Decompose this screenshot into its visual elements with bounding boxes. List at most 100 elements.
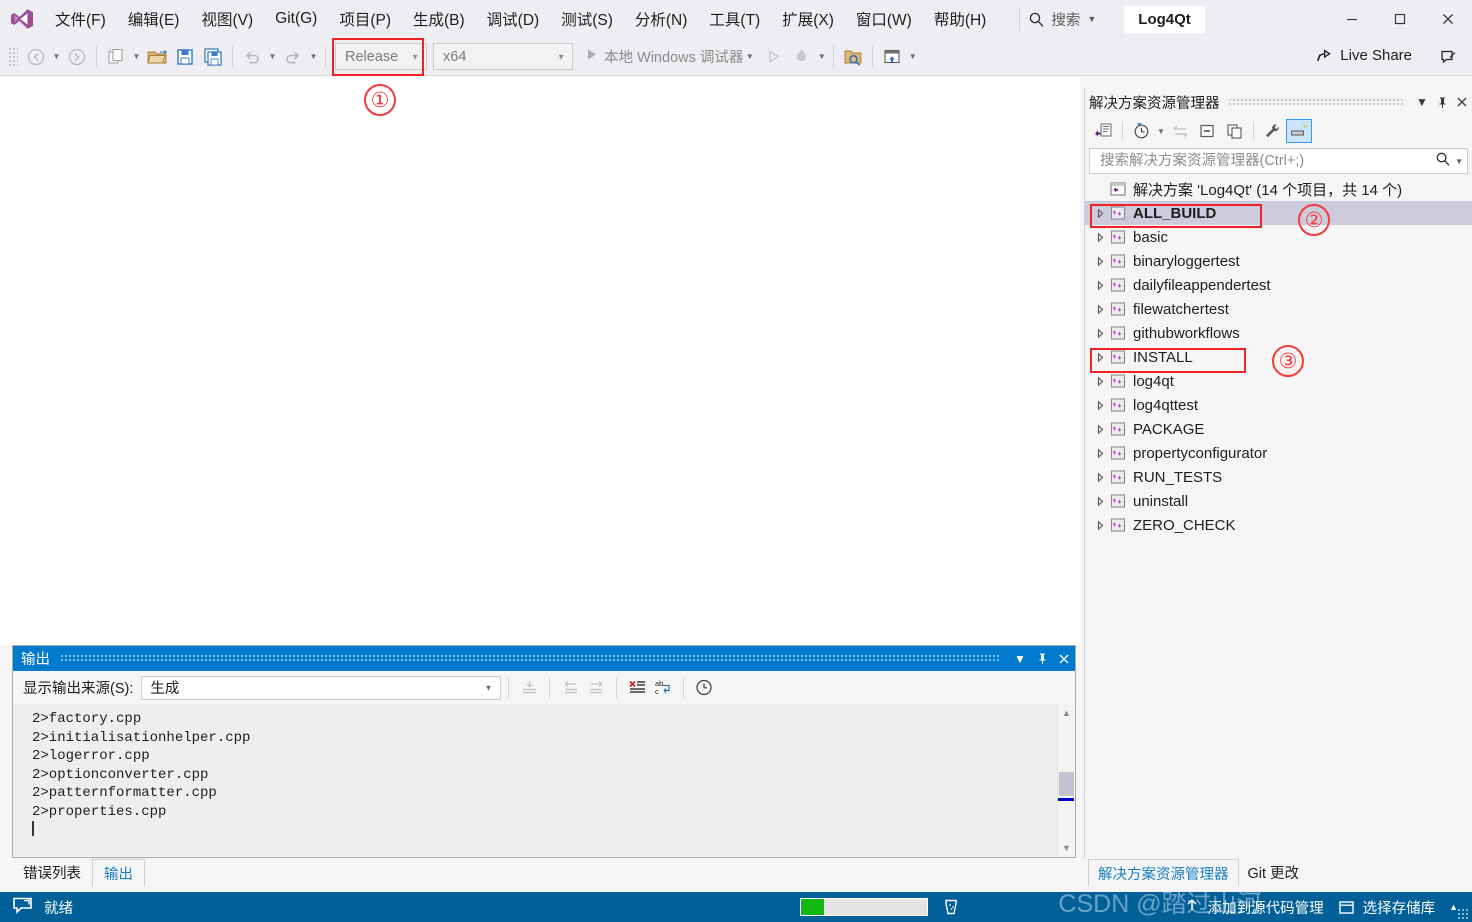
scroll-up-icon[interactable]: ▲ bbox=[1058, 704, 1074, 721]
go-to-message-icon[interactable] bbox=[516, 675, 542, 700]
close-icon[interactable] bbox=[1452, 91, 1472, 113]
chevron-right-icon[interactable] bbox=[1091, 328, 1109, 339]
menu-item-4[interactable]: Git(G) bbox=[264, 6, 328, 32]
play-outline-icon[interactable] bbox=[760, 44, 786, 70]
minimize-button[interactable] bbox=[1328, 0, 1376, 38]
previous-message-icon[interactable] bbox=[557, 675, 583, 700]
start-debugging-button[interactable]: 本地 Windows 调试器 ▼ bbox=[579, 43, 759, 70]
menu-item-2[interactable]: 编辑(E) bbox=[117, 4, 191, 34]
chevron-right-icon[interactable] bbox=[1091, 376, 1109, 387]
show-all-files-icon[interactable] bbox=[1221, 119, 1247, 143]
new-item-icon[interactable] bbox=[103, 44, 129, 70]
arrow-up-icon[interactable] bbox=[1184, 897, 1200, 918]
test-beaker-icon[interactable] bbox=[940, 897, 962, 922]
navigate-forward-icon[interactable] bbox=[64, 44, 90, 70]
toggle-word-wrap-icon[interactable]: ab c bbox=[650, 675, 676, 700]
tree-row[interactable]: basic bbox=[1085, 225, 1472, 249]
redo-icon[interactable] bbox=[280, 44, 306, 70]
window-resize-grip[interactable] bbox=[1457, 908, 1469, 920]
open-file-icon[interactable] bbox=[144, 44, 170, 70]
chevron-right-icon[interactable] bbox=[1091, 256, 1109, 267]
navigate-back-icon[interactable] bbox=[23, 44, 49, 70]
menu-item-7[interactable]: 调试(D) bbox=[476, 4, 551, 34]
chevron-right-icon[interactable] bbox=[1091, 280, 1109, 291]
menu-item-5[interactable]: 项目(P) bbox=[328, 4, 402, 34]
chevron-right-icon[interactable] bbox=[1091, 472, 1109, 483]
solution-explorer-tab[interactable]: 解决方案资源管理器 bbox=[1088, 859, 1239, 886]
tree-row[interactable]: dailyfileappendertest bbox=[1085, 273, 1472, 297]
tree-row[interactable]: uninstall bbox=[1085, 489, 1472, 513]
tree-row[interactable]: ALL_BUILD bbox=[1085, 201, 1472, 225]
global-search-button[interactable]: 搜索 ▼ bbox=[1019, 7, 1104, 31]
window-layout-icon[interactable] bbox=[879, 44, 905, 70]
search-input[interactable] bbox=[1098, 152, 1436, 170]
output-source-combo[interactable]: 生成 ▼ bbox=[141, 675, 502, 700]
chevron-right-icon[interactable] bbox=[1091, 448, 1109, 459]
tree-row[interactable]: PACKAGE bbox=[1085, 417, 1472, 441]
chevron-right-icon[interactable] bbox=[1091, 424, 1109, 435]
chevron-right-icon[interactable] bbox=[1091, 232, 1109, 243]
output-drag-grip[interactable] bbox=[60, 654, 999, 663]
pin-icon[interactable] bbox=[1432, 91, 1452, 113]
menu-item-3[interactable]: 视图(V) bbox=[190, 4, 264, 34]
pending-changes-dropdown[interactable]: ▼ bbox=[1155, 119, 1167, 143]
tree-row[interactable]: propertyconfigurator bbox=[1085, 441, 1472, 465]
redo-dropdown[interactable]: ▼ bbox=[307, 44, 320, 70]
folder-search-icon[interactable] bbox=[840, 44, 866, 70]
hot-reload-icon[interactable] bbox=[788, 44, 814, 70]
toolbar-grip[interactable] bbox=[8, 46, 18, 67]
chevron-right-icon[interactable] bbox=[1091, 304, 1109, 315]
tree-row[interactable]: ZERO_CHECK bbox=[1085, 513, 1472, 537]
output-text-area[interactable]: 2>factory.cpp 2>initialisationhelper.cpp 2… bbox=[14, 704, 1074, 856]
toggle-timestamps-icon[interactable] bbox=[691, 675, 717, 700]
solution-explorer-tab[interactable]: Git 更改 bbox=[1239, 859, 1309, 886]
pending-changes-icon[interactable] bbox=[1128, 119, 1154, 143]
live-share-button[interactable]: Live Share bbox=[1315, 46, 1412, 65]
output-scrollbar[interactable]: ▲ ▼ bbox=[1057, 704, 1074, 856]
sync-with-active-document-icon[interactable] bbox=[1167, 119, 1193, 143]
save-all-icon[interactable] bbox=[200, 44, 226, 70]
menu-item-12[interactable]: 窗口(W) bbox=[845, 4, 923, 34]
repository-icon[interactable] bbox=[1338, 899, 1355, 916]
undo-dropdown[interactable]: ▼ bbox=[266, 44, 279, 70]
menu-item-13[interactable]: 帮助(H) bbox=[923, 4, 998, 34]
hot-reload-dropdown[interactable]: ▼ bbox=[815, 44, 828, 70]
chevron-down-icon[interactable]: ▼ bbox=[743, 44, 756, 70]
menu-item-8[interactable]: 测试(S) bbox=[550, 4, 624, 34]
select-repository-label[interactable]: 选择存储库 bbox=[1363, 897, 1436, 918]
configuration-combo[interactable]: Release ▼ bbox=[335, 43, 427, 70]
menu-item-10[interactable]: 工具(T) bbox=[698, 4, 771, 34]
tree-row[interactable]: binaryloggertest bbox=[1085, 249, 1472, 273]
platform-combo[interactable]: x64 ▼ bbox=[433, 43, 573, 70]
scroll-down-icon[interactable]: ▼ bbox=[1058, 839, 1074, 856]
maximize-button[interactable] bbox=[1376, 0, 1424, 38]
solution-explorer-search[interactable]: ▼ bbox=[1089, 148, 1468, 174]
chevron-down-icon[interactable]: ▼ bbox=[1412, 91, 1432, 113]
menu-item-1[interactable]: 文件(F) bbox=[44, 4, 117, 34]
tree-row[interactable]: githubworkflows bbox=[1085, 321, 1472, 345]
collapse-all-icon[interactable] bbox=[1194, 119, 1220, 143]
tree-row[interactable]: RUN_TESTS bbox=[1085, 465, 1472, 489]
chevron-right-icon[interactable] bbox=[1091, 352, 1109, 363]
chevron-right-icon[interactable] bbox=[1091, 496, 1109, 507]
panel-drag-grip[interactable] bbox=[1227, 97, 1404, 107]
chevron-down-icon[interactable]: ▼ bbox=[1087, 14, 1096, 24]
close-button[interactable] bbox=[1424, 0, 1472, 38]
navigate-back-dropdown[interactable]: ▼ bbox=[50, 44, 63, 70]
tree-row[interactable]: log4qttest bbox=[1085, 393, 1472, 417]
chevron-right-icon[interactable] bbox=[1091, 520, 1109, 531]
add-to-source-control-label[interactable]: 添加到源代码管理 bbox=[1208, 897, 1324, 918]
new-item-dropdown[interactable]: ▼ bbox=[130, 44, 143, 70]
chevron-right-icon[interactable] bbox=[1091, 400, 1109, 411]
menu-item-9[interactable]: 分析(N) bbox=[624, 4, 699, 34]
send-feedback-icon[interactable] bbox=[1439, 48, 1458, 72]
next-message-icon[interactable] bbox=[583, 675, 609, 700]
bottom-tab[interactable]: 输出 bbox=[92, 859, 145, 886]
solution-root-node[interactable]: 解决方案 'Log4Qt' (14 个项目，共 14 个) bbox=[1085, 177, 1472, 201]
undo-icon[interactable] bbox=[239, 44, 265, 70]
scrollbar-thumb[interactable] bbox=[1059, 772, 1074, 796]
menu-item-11[interactable]: 扩展(X) bbox=[771, 4, 845, 34]
chevron-right-icon[interactable] bbox=[1091, 208, 1109, 219]
menu-item-6[interactable]: 生成(B) bbox=[402, 4, 476, 34]
code-view-icon[interactable] bbox=[1090, 119, 1116, 143]
